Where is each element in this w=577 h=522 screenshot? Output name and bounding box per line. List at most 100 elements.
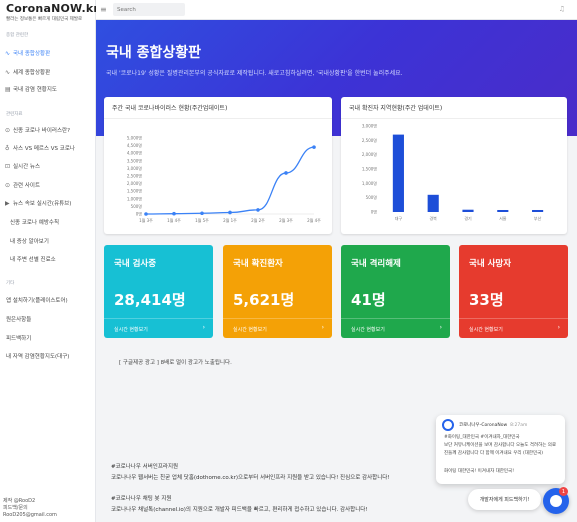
- top-bar: ≡ ♫: [96, 0, 577, 20]
- sidebar-item-label: 세계 종합상황판: [13, 70, 51, 76]
- search-input[interactable]: [113, 3, 185, 16]
- link-icon: ⊙: [5, 181, 11, 189]
- chevron-right-icon: ›: [321, 324, 324, 331]
- regional-cases-card: 국내 확진자 지역현황(주간 업데이트) 0명 500명 1,000명 1,500명 2…: [341, 97, 567, 234]
- stat-card-testing: 국내 검사중 28,414명 실시간 현황보기 ›: [104, 245, 213, 338]
- page-title: 국내 종합상황판: [106, 45, 202, 61]
- y-tick-label: 3,500명: [127, 157, 142, 163]
- stat-link-row[interactable]: 실시간 현황보기 ›: [223, 318, 332, 338]
- data-point: [256, 208, 260, 212]
- y-tick-label: 2,500명: [127, 173, 142, 179]
- stat-label: 국내 확진환자: [233, 259, 283, 269]
- x-tick-label: 2월 3주: [279, 217, 293, 223]
- brand[interactable]: CoronaNOW.kr 빨라는 정보통은 빠르게 대립민국 제발로: [0, 0, 99, 22]
- bar: [392, 134, 404, 212]
- y-tick-label: 4,000명: [127, 150, 142, 156]
- ad-notice: [ 구글제공 광고 ] 8배로 얼이 광고가 노출됩니다.: [119, 360, 232, 366]
- stat-link-row[interactable]: 실시간 현황보기 ›: [459, 318, 568, 338]
- sidebar-item-notices[interactable]: 원은사항들: [0, 313, 96, 325]
- stat-link[interactable]: 실시간 현황보기: [114, 326, 148, 333]
- chat-unread-badge: 1: [559, 487, 568, 496]
- sidebar-item-symptom-check[interactable]: 내 증상 알아보기: [0, 235, 96, 247]
- regional-cases-chart: 0명 500명 1,000명 1,500명 2,000명 2,500명 3,000명대구 경북…: [362, 123, 544, 221]
- feedback-chat-button[interactable]: 개발자에게 피드백하기!: [468, 489, 541, 510]
- chat-line: 진들께 감사합니다 다 함께 이겨내요 우리 (대한민국): [444, 451, 544, 456]
- sidebar-item-feedback[interactable]: 피드백하기: [0, 332, 96, 344]
- x-tick-label: 대구: [395, 215, 403, 221]
- chat-line: 화이팅 대한민국! 이겨내자 대한민국!: [444, 469, 514, 474]
- stat-link[interactable]: 실시간 현황보기: [233, 326, 267, 333]
- globe-icon: ♁: [5, 144, 10, 152]
- stat-link[interactable]: 실시간 현황보기: [351, 326, 385, 333]
- regional-cases-title: 국내 확진자 지역현황(주간 업데이트): [341, 97, 567, 119]
- chat-popup[interactable]: 코로나나우-CoronaNow 8:27am #화이팅_대한민국 #이겨내자_대한…: [436, 415, 565, 484]
- footer-maker: 제작 @RooD2: [3, 498, 36, 504]
- stat-link[interactable]: 실시간 현황보기: [469, 326, 503, 333]
- chat-line: #화이팅_대한민국 #이겨내자_대한민국: [444, 435, 520, 440]
- brand-title[interactable]: CoronaNOW.kr: [6, 2, 99, 15]
- sidebar-item-what-is-corona[interactable]: ⊙ 신종 코로나 바이러스란?: [0, 124, 96, 136]
- sidebar-item-label: 관련 사이트: [13, 183, 41, 189]
- footer-feedback: 피드백/문의: [3, 505, 28, 511]
- bar: [427, 194, 439, 212]
- chevron-right-icon: ›: [557, 324, 560, 331]
- data-point: [312, 145, 316, 149]
- sidebar-item-install-app[interactable]: 앱 설치하기(플레이스토어): [0, 294, 96, 306]
- sidebar-item-label: 국내 종합상황판: [13, 51, 51, 57]
- x-tick-label: 부산: [534, 215, 542, 221]
- sidebar-item-youtube-news[interactable]: ▶ 뉴스 속보 실시간(유튜브): [0, 197, 96, 209]
- sidebar-item-label: 신종 코로나 예방수칙: [10, 220, 60, 226]
- section-label-resources: 관련자료: [6, 112, 23, 117]
- y-tick-label: 500명: [131, 203, 143, 209]
- sidebar-item-prevention[interactable]: 신종 코로나 예방수칙: [0, 216, 96, 228]
- bell-icon[interactable]: ♫: [559, 5, 565, 13]
- series-line: [145, 146, 315, 215]
- sidebar-item-label: 국내 감염 현황지도: [13, 87, 57, 93]
- sidebar-item-infection-map[interactable]: ▤ 국내 감염 현황지도: [0, 83, 96, 95]
- stat-link-row[interactable]: 실시간 현황보기 ›: [341, 318, 450, 338]
- x-tick-label: 2월 4주: [307, 217, 321, 223]
- stat-card-released: 국내 격리해제 41명 실시간 현황보기 ›: [341, 245, 450, 338]
- channel-support-text: 코로나나우 채널톡(channel.io)의 지원으로 개발자 피드백을 빠르고…: [111, 507, 368, 513]
- y-tick-label: 5,000명: [127, 135, 142, 141]
- sidebar-item-live-news[interactable]: ⊡ 실시간 뉴스: [0, 160, 96, 172]
- y-tick-label: 1,500명: [362, 166, 377, 172]
- y-tick-label: 2,500명: [362, 137, 377, 143]
- pulse-icon: ∿: [5, 68, 11, 76]
- data-point: [172, 211, 176, 216]
- chat-line: 보단 커뮤니케이션을 보며 감사합니다 오늘도 격려하는 의료: [444, 443, 557, 448]
- server-support-heading: #코로나나우 서버인프라지원: [111, 464, 179, 470]
- sidebar-item-domestic-dashboard[interactable]: ∿ 국내 종합상황판: [0, 47, 96, 59]
- sidebar-item-label: 내 증상 알아보기: [10, 239, 49, 245]
- sidebar-item-daegu-map[interactable]: 내 자역 감염현황지도(대구): [0, 350, 96, 362]
- bar: [497, 209, 509, 212]
- sidebar-item-label: 신종 코로나 바이러스란?: [13, 128, 71, 134]
- chat-sender: 코로나나우-CoronaNow 8:27am: [459, 422, 527, 428]
- y-tick-label: 4,500명: [127, 142, 142, 148]
- bar: [532, 209, 544, 212]
- page-description: 국내 '코로나19' 성황은 질병관리본부의 공식자료로 제작됩니다. 새로고침…: [106, 70, 403, 77]
- chat-icon: [550, 495, 562, 507]
- sidebar-item-sars-mers-corona[interactable]: ♁ 사스 VS 메르스 VS 코로나: [0, 142, 96, 154]
- map-icon: ▤: [5, 85, 11, 93]
- sidebar-item-label: 원은사항들: [6, 317, 32, 323]
- y-tick-label: 2,000명: [362, 151, 377, 157]
- stat-link-row[interactable]: 실시간 현황보기 ›: [104, 318, 213, 338]
- weekly-cases-title: 주간 국내 코로나바이러스 현황(주간업데이트): [104, 97, 332, 119]
- stat-card-confirmed: 국내 확진환자 5,621명 실시간 현황보기 ›: [223, 245, 332, 338]
- chevron-right-icon: ›: [439, 324, 442, 331]
- sidebar-footer: 제작 @RooD2 피드백/문의 RooD205@gmail.com: [3, 498, 57, 519]
- x-tick-label: 경북: [430, 215, 438, 221]
- sidebar-item-label: 피드백하기: [6, 336, 32, 342]
- menu-toggle-icon[interactable]: ≡: [100, 5, 107, 14]
- sidebar-item-world-dashboard[interactable]: ∿ 세계 종합상황판: [0, 66, 96, 78]
- footer-email[interactable]: RooD205@gmail.com: [3, 512, 57, 519]
- data-point: [228, 210, 232, 215]
- bot-avatar: [442, 419, 454, 431]
- x-tick-label: 1월 4주: [167, 217, 181, 223]
- channel-support-heading: #코로나나우 채팅 봇 지원: [111, 496, 172, 502]
- brand-subtitle: 빨라는 정보통은 빠르게 대립민국 제발로: [6, 17, 83, 22]
- sidebar-item-related-sites[interactable]: ⊙ 관련 사이트: [0, 179, 96, 191]
- y-tick-label: 1,000명: [362, 180, 377, 186]
- sidebar-item-nearby-clinics[interactable]: 내 주변 선별 진료소: [0, 253, 96, 265]
